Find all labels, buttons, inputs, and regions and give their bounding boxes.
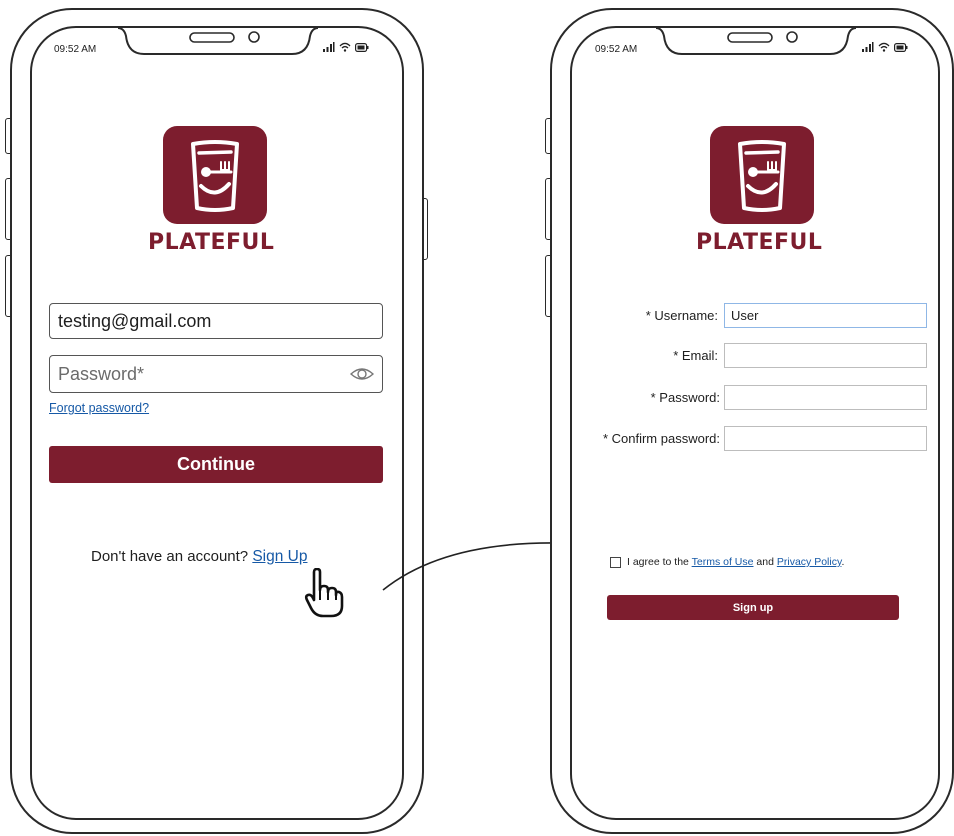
confirm-password-label: * Confirm password: (602, 431, 720, 446)
email-value: testing@gmail.com (58, 310, 212, 331)
email-field[interactable]: testing@gmail.com (49, 303, 383, 339)
username-field[interactable]: User (724, 303, 927, 328)
battery-icon (355, 42, 369, 52)
password-field[interactable]: Password* (49, 355, 383, 393)
signal-icon (323, 42, 335, 52)
plateful-logo (163, 126, 267, 224)
email-field[interactable] (724, 343, 927, 368)
phone-notch (118, 27, 318, 55)
sign-up-link[interactable]: Sign Up (252, 548, 307, 565)
signal-icon (862, 42, 874, 52)
brand-name: PLATEFUL (696, 230, 823, 255)
status-icons (862, 42, 908, 52)
confirm-password-field[interactable] (724, 426, 927, 451)
agree-suffix: . (841, 556, 845, 568)
agree-checkbox[interactable] (610, 557, 621, 568)
password-placeholder: Password* (58, 363, 145, 384)
username-label: * Username: (645, 308, 718, 323)
privacy-policy-link[interactable]: Privacy Policy (777, 556, 842, 568)
plateful-logo-icon (738, 140, 786, 212)
status-icons (323, 42, 369, 52)
forgot-password-link[interactable]: Forgot password? (49, 401, 149, 415)
agree-prefix: I agree to the (627, 556, 689, 568)
agree-and: and (756, 556, 774, 568)
username-value: User (731, 308, 759, 323)
wifi-icon (339, 42, 351, 52)
plateful-logo-icon (191, 140, 239, 212)
pointing-hand-cursor-icon (304, 568, 344, 618)
sign-up-button[interactable]: Sign up (607, 595, 899, 620)
wifi-icon (878, 42, 890, 52)
plateful-logo (710, 126, 814, 224)
brand-name: PLATEFUL (148, 230, 275, 255)
password-label: * Password: (650, 390, 720, 405)
status-time: 09:52 AM (54, 44, 97, 55)
agree-text: I agree to the Terms of Use and Privacy … (627, 556, 844, 568)
email-label: * Email: (673, 348, 718, 363)
sign-up-prompt: Don't have an account? Sign Up (91, 548, 307, 566)
status-time: 09:52 AM (595, 44, 638, 55)
phone-notch (656, 27, 856, 55)
password-field[interactable] (724, 385, 927, 410)
battery-icon (894, 42, 908, 52)
terms-of-use-link[interactable]: Terms of Use (692, 556, 754, 568)
continue-button[interactable]: Continue (49, 446, 383, 483)
eye-icon[interactable] (350, 365, 374, 383)
no-account-text: Don't have an account? (91, 548, 249, 565)
